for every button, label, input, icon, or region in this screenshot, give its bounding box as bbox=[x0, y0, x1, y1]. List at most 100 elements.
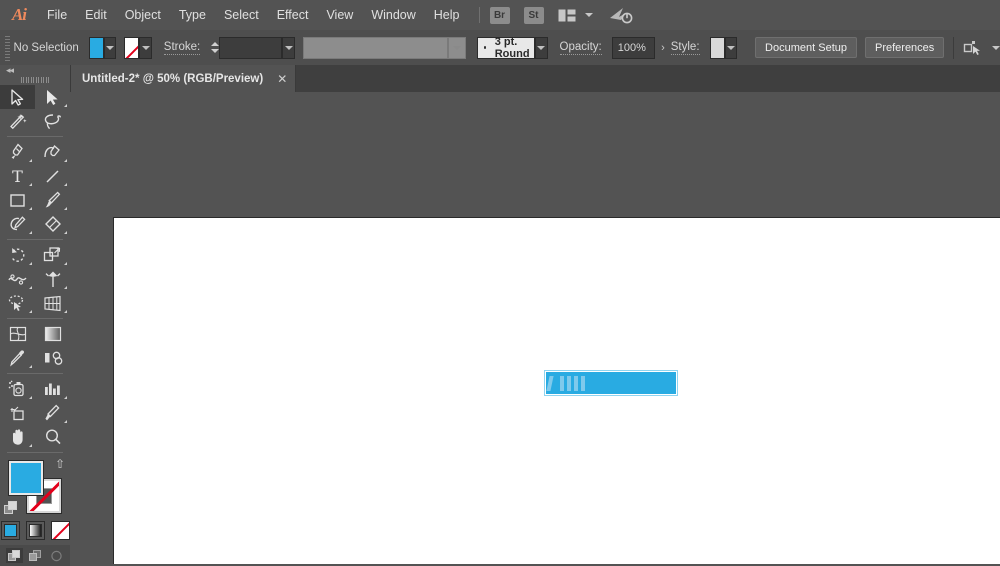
menu-file[interactable]: File bbox=[38, 0, 76, 30]
chevron-down-icon bbox=[537, 45, 546, 50]
tool-flyout-indicator-icon bbox=[64, 396, 67, 399]
stroke-weight-input[interactable] bbox=[219, 36, 283, 59]
tools-panel-grip[interactable] bbox=[0, 75, 70, 85]
document-setup-button[interactable]: Document Setup bbox=[755, 37, 857, 58]
zoom-tool[interactable] bbox=[35, 425, 70, 449]
tool-flyout-indicator-icon bbox=[64, 420, 67, 423]
blue-rectangle[interactable] bbox=[546, 372, 676, 394]
pen-tool[interactable] bbox=[0, 140, 35, 164]
opacity-expand-icon[interactable]: › bbox=[655, 42, 671, 54]
arrange-chevron-down-icon[interactable] bbox=[584, 13, 593, 17]
tools-divider bbox=[7, 318, 63, 319]
document-tab[interactable]: Untitled-2* @ 50% (RGB/Preview) ✕ bbox=[70, 65, 297, 92]
menu-window[interactable]: Window bbox=[362, 0, 424, 30]
opacity-input[interactable]: 100% bbox=[611, 36, 656, 59]
draw-normal-button[interactable] bbox=[5, 548, 23, 563]
swap-fill-stroke-icon[interactable]: ⇧ bbox=[55, 458, 65, 470]
artboard-tool[interactable] bbox=[0, 401, 35, 425]
artboard[interactable] bbox=[113, 217, 1000, 564]
draw-inside-button[interactable] bbox=[48, 548, 65, 563]
stroke-weight-dropdown-button[interactable] bbox=[282, 36, 295, 59]
toolbar-fill-swatch[interactable] bbox=[9, 461, 43, 495]
canvas-area[interactable] bbox=[70, 92, 1000, 564]
lasso-tool[interactable] bbox=[35, 109, 70, 133]
fill-stroke-proxy: ⇧ bbox=[0, 457, 70, 519]
stroke-profile-group bbox=[302, 36, 466, 59]
rotate-tool[interactable] bbox=[0, 243, 35, 267]
mesh-tool[interactable] bbox=[0, 322, 35, 346]
tool-flyout-indicator-icon bbox=[29, 310, 32, 313]
menu-type[interactable]: Type bbox=[170, 0, 215, 30]
width-tool[interactable] bbox=[0, 267, 35, 291]
tool-flyout-indicator-icon bbox=[64, 183, 67, 186]
curvature-tool[interactable] bbox=[35, 140, 70, 164]
glyph-bar-1 bbox=[560, 375, 564, 391]
stroke-dropdown-button[interactable] bbox=[139, 36, 152, 59]
tools-panel-collapse-button[interactable]: ◂◂ bbox=[0, 65, 70, 75]
scale-tool[interactable] bbox=[35, 243, 70, 267]
menu-view[interactable]: View bbox=[317, 0, 362, 30]
stroke-profile-dropdown-button bbox=[447, 36, 466, 59]
stock-button[interactable]: St bbox=[523, 6, 544, 24]
free-transform-tool[interactable] bbox=[35, 267, 70, 291]
menu-divider bbox=[478, 7, 480, 23]
control-bar-grip[interactable] bbox=[3, 34, 10, 61]
gradient-tool[interactable] bbox=[35, 322, 70, 346]
default-fill-stroke-icon[interactable] bbox=[4, 501, 18, 515]
symbol-sprayer-tool[interactable] bbox=[0, 377, 35, 401]
stepper-down-icon bbox=[210, 49, 219, 53]
glyph-slash bbox=[546, 375, 554, 391]
slice-tool[interactable] bbox=[35, 401, 70, 425]
transform-chevron-down-icon[interactable] bbox=[991, 45, 1000, 50]
transform-panel-icon[interactable] bbox=[963, 40, 983, 56]
chevron-down-icon bbox=[284, 45, 293, 50]
glyph-bar-4 bbox=[581, 375, 585, 391]
column-graph-tool[interactable] bbox=[35, 377, 70, 401]
brush-definition-dropdown-button[interactable] bbox=[535, 36, 548, 59]
cc-sync-icon[interactable] bbox=[609, 6, 633, 24]
rectangle-tool[interactable] bbox=[0, 188, 35, 212]
draw-behind-button[interactable] bbox=[27, 548, 44, 563]
menu-select[interactable]: Select bbox=[215, 0, 268, 30]
eraser-tool[interactable] bbox=[35, 212, 70, 236]
graphic-style-swatch[interactable] bbox=[709, 36, 725, 59]
menu-object[interactable]: Object bbox=[116, 0, 170, 30]
brush-definition-field[interactable]: 3 pt. Round bbox=[476, 36, 536, 60]
stroke-label[interactable]: Stroke: bbox=[163, 41, 201, 55]
bridge-button[interactable]: Br bbox=[489, 6, 510, 24]
eyedropper-tool[interactable] bbox=[0, 346, 35, 370]
gradient-mode-button[interactable] bbox=[25, 521, 45, 540]
perspective-grid-tool[interactable] bbox=[35, 291, 70, 315]
menu-help[interactable]: Help bbox=[425, 0, 469, 30]
line-segment-tool[interactable] bbox=[35, 164, 70, 188]
color-mode-buttons bbox=[0, 521, 70, 540]
color-mode-button[interactable] bbox=[0, 521, 20, 540]
selection-status: No Selection bbox=[13, 41, 79, 54]
direct-selection-tool[interactable] bbox=[35, 85, 70, 109]
fill-swatch[interactable] bbox=[88, 36, 104, 59]
preferences-button[interactable]: Preferences bbox=[864, 37, 945, 58]
paintbrush-tool[interactable] bbox=[35, 188, 70, 212]
none-mode-button[interactable] bbox=[50, 521, 70, 540]
control-bar: No Selection Stroke: 3 pt. Round Opacity… bbox=[0, 30, 1000, 66]
shape-builder-tool[interactable] bbox=[0, 291, 35, 315]
menu-effect[interactable]: Effect bbox=[268, 0, 318, 30]
menu-edit[interactable]: Edit bbox=[76, 0, 116, 30]
shaper-tool[interactable] bbox=[0, 212, 35, 236]
hand-tool[interactable] bbox=[0, 425, 35, 449]
style-label[interactable]: Style: bbox=[670, 41, 700, 55]
stroke-weight-stepper[interactable] bbox=[210, 36, 220, 59]
blend-tool[interactable] bbox=[35, 346, 70, 370]
stroke-swatch[interactable] bbox=[124, 36, 140, 59]
chevron-down-icon bbox=[726, 45, 735, 50]
chevron-down-icon bbox=[141, 45, 150, 50]
graphic-style-dropdown-button[interactable] bbox=[724, 36, 738, 59]
close-icon[interactable]: ✕ bbox=[277, 73, 287, 85]
opacity-label[interactable]: Opacity: bbox=[559, 41, 602, 55]
arrange-documents-icon[interactable] bbox=[558, 9, 576, 22]
magic-wand-tool[interactable] bbox=[0, 109, 35, 133]
selection-tool[interactable] bbox=[0, 85, 35, 109]
tools-divider bbox=[7, 239, 63, 240]
type-tool[interactable]: T bbox=[0, 164, 35, 188]
fill-dropdown-button[interactable] bbox=[103, 36, 117, 59]
